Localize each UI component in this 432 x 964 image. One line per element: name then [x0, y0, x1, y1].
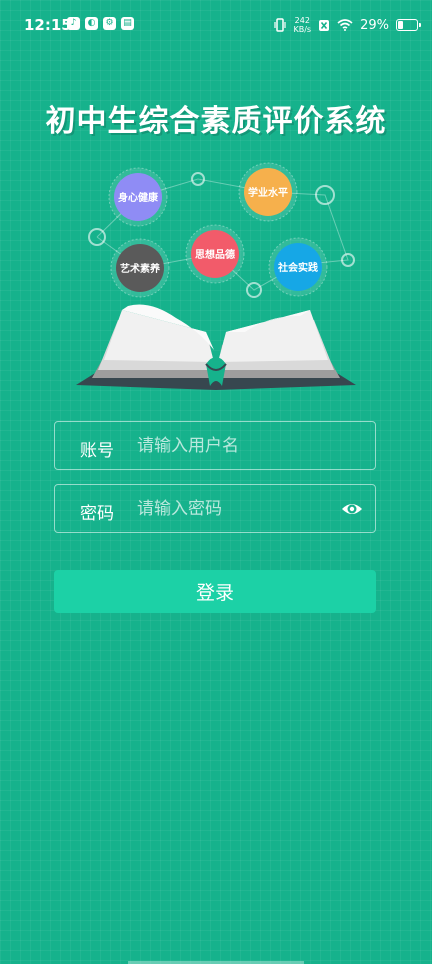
battery-icon	[396, 19, 421, 31]
news-icon: ▤	[121, 17, 134, 30]
status-bar: 12:15 ♪ ◐ ⚙ ▤ 242 KB/s 29%	[0, 0, 432, 50]
bubble-label: 社会实践	[277, 261, 318, 274]
net-speed-unit: KB/s	[293, 25, 312, 34]
bubble-moral-character: 思想品德	[185, 224, 245, 284]
status-right-group: 242 KB/s 29%	[274, 14, 421, 36]
bubble-label: 学业水平	[248, 186, 288, 199]
username-input[interactable]	[137, 432, 327, 460]
app-title: 初中生综合素质评价系统	[45, 104, 387, 139]
login-button[interactable]: 登录	[54, 570, 376, 613]
settings-icon: ⚙	[103, 17, 116, 30]
eye-icon[interactable]	[341, 499, 363, 519]
username-field[interactable]: 账号	[54, 421, 376, 470]
username-label: 账号	[80, 441, 114, 461]
battery-percent: 29%	[360, 17, 389, 33]
bubble-label: 身心健康	[118, 191, 159, 204]
vibrate-icon	[274, 18, 287, 32]
app-icon: ◐	[85, 17, 98, 30]
illustration: 身心健康 学业水平 思想品德 艺术素养 社会实践	[76, 162, 356, 390]
password-label: 密码	[80, 504, 114, 524]
tiktok-icon: ♪	[67, 17, 80, 30]
password-field[interactable]: 密码	[54, 484, 376, 533]
no-sim-icon	[319, 19, 330, 31]
bubble-label: 艺术素养	[120, 262, 161, 275]
bubble-academic-level: 学业水平	[238, 162, 298, 222]
bubble-label: 思想品德	[195, 248, 235, 261]
password-input[interactable]	[137, 495, 327, 523]
net-speed: 242 KB/s	[293, 16, 311, 34]
status-time: 12:15	[24, 16, 72, 34]
battery-level	[398, 21, 403, 29]
net-speed-value: 242	[294, 16, 310, 25]
bubble-art-literacy: 艺术素养	[110, 238, 170, 298]
open-book-icon	[76, 304, 356, 390]
bubble-physical-health: 身心健康	[108, 167, 168, 227]
bubble-social-practice: 社会实践	[268, 237, 328, 297]
wifi-icon	[337, 19, 353, 31]
